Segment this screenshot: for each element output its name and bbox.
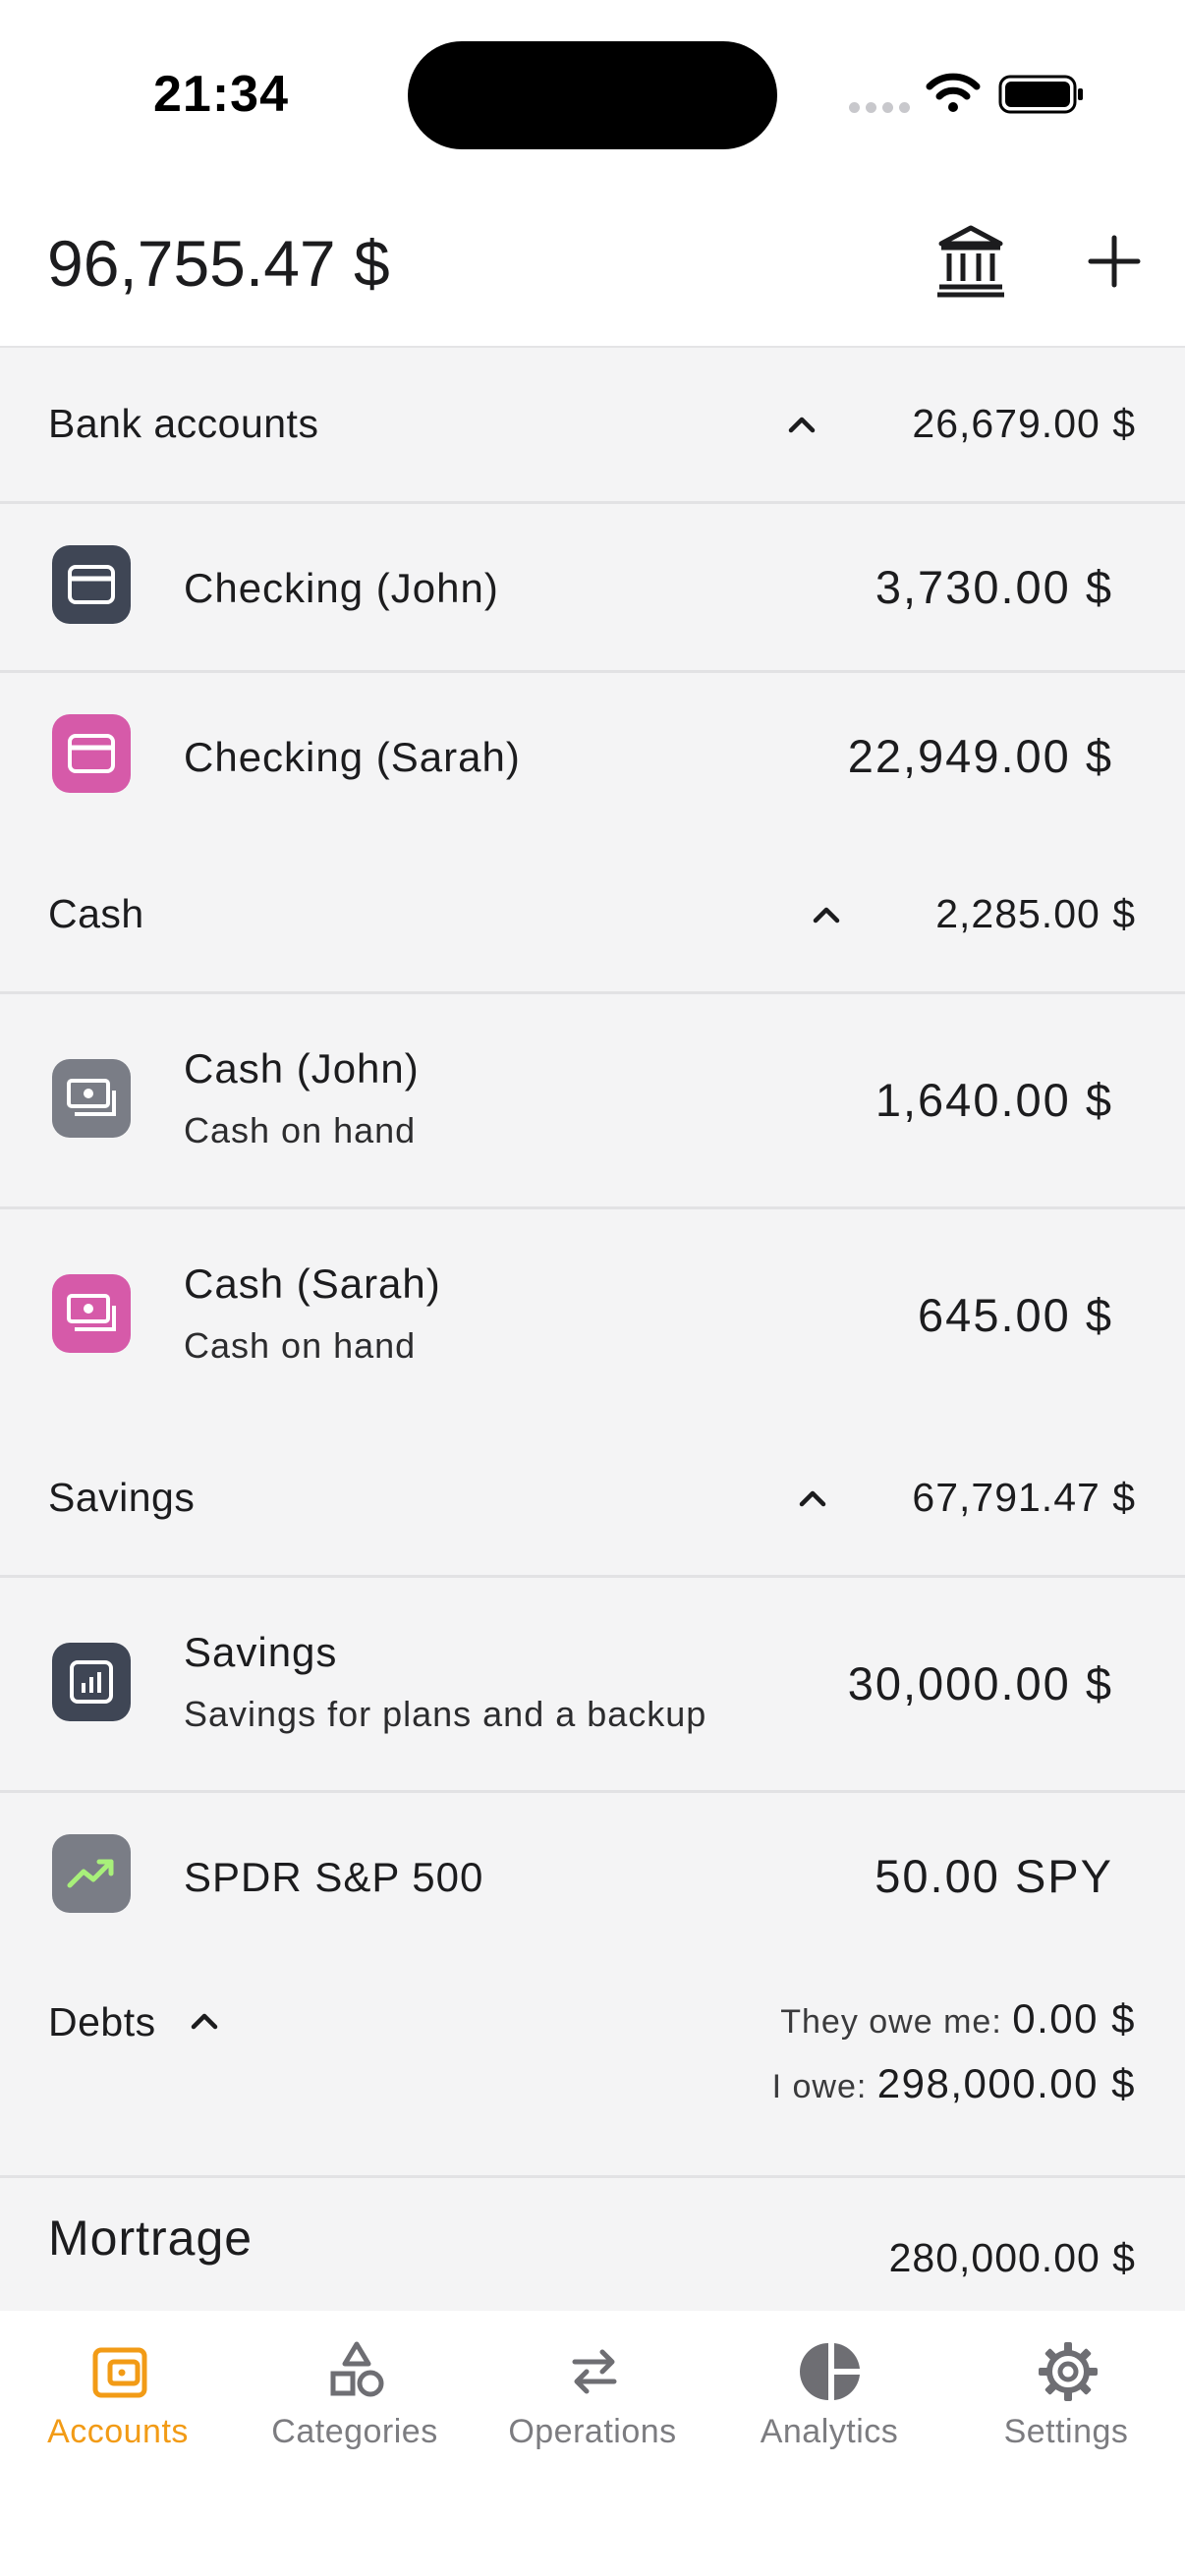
status-bar: 21:34: [0, 0, 1185, 187]
cash-icon: [52, 1059, 131, 1138]
arrows-icon: [572, 2349, 617, 2394]
i-owe-label: I owe:: [771, 2068, 868, 2105]
cellular-signal-icon: [849, 102, 910, 113]
accounts-header: 96,755.47 $: [0, 187, 1185, 348]
shapes-icon: [330, 2341, 384, 2397]
group-title: Savings: [48, 1475, 196, 1520]
add-account-button[interactable]: [1081, 228, 1148, 295]
tab-settings[interactable]: Settings: [958, 2340, 1174, 2458]
group-header-cash[interactable]: Cash 2,285.00 $: [0, 840, 1185, 991]
chevron-up-icon[interactable]: [808, 903, 845, 926]
account-name: Savings: [184, 1629, 338, 1675]
account-amount: 22,949.00 $: [847, 730, 1113, 782]
account-amount: 3,730.00 $: [875, 561, 1113, 613]
total-balance: 96,755.47 $: [47, 227, 390, 300]
they-owe-me: They owe me: 0.00 $: [780, 1995, 1136, 2043]
tab-label: Operations: [508, 2413, 677, 2450]
gear-icon: [1039, 2342, 1098, 2401]
pie-icon: [800, 2343, 860, 2400]
debt-amount: 280,000.00 $: [888, 2235, 1136, 2280]
account-row-savings[interactable]: Savings Savings for plans and a backup 3…: [0, 1578, 1185, 1790]
group-header-savings[interactable]: Savings 67,791.47 $: [0, 1422, 1185, 1575]
tab-categories[interactable]: Categories: [247, 2340, 463, 2458]
account-description: Cash on hand: [184, 1110, 417, 1150]
chevron-up-icon[interactable]: [794, 1486, 831, 1510]
wallet-icon: [92, 2347, 147, 2398]
chart-icon: [52, 1643, 131, 1721]
tab-accounts[interactable]: Accounts: [10, 2340, 226, 2458]
card-icon: [52, 545, 131, 624]
account-description: Cash on hand: [184, 1325, 417, 1366]
group-title: Debts: [48, 1999, 156, 2044]
group-title: Bank accounts: [48, 401, 319, 446]
account-description: Savings for plans and a backup: [184, 1694, 707, 1734]
account-amount: 1,640.00 $: [875, 1074, 1113, 1126]
account-name: Cash (John): [184, 1045, 420, 1092]
group-total: 26,679.00 $: [912, 401, 1136, 446]
i-owe: I owe: 298,000.00 $: [772, 2060, 1136, 2107]
group-total: 67,791.47 $: [912, 1475, 1136, 1520]
tab-label: Accounts: [47, 2413, 189, 2450]
tab-label: Settings: [1003, 2413, 1129, 2450]
account-name: SPDR S&P 500: [184, 1854, 484, 1900]
tab-operations[interactable]: Operations: [484, 2340, 701, 2458]
debt-row-mortgage[interactable]: Mortrage 280,000.00 $: [0, 2178, 1185, 2311]
account-row-checking-john[interactable]: Checking (John) 3,730.00 $: [0, 504, 1185, 671]
account-row-checking-sarah[interactable]: Checking (Sarah) 22,949.00 $: [0, 673, 1185, 840]
they-owe-me-label: They owe me:: [780, 2003, 1002, 2041]
account-name: Checking (Sarah): [184, 734, 521, 780]
tab-label: Analytics: [760, 2413, 899, 2450]
cash-icon: [52, 1274, 131, 1353]
bank-icon[interactable]: [935, 222, 1006, 301]
account-row-spdr-sp500[interactable]: SPDR S&P 500 50.00 SPY: [0, 1793, 1185, 1960]
account-name: Cash (Sarah): [184, 1260, 441, 1307]
group-header-bank-accounts[interactable]: Bank accounts 26,679.00 $: [0, 348, 1185, 501]
tab-analytics[interactable]: Analytics: [721, 2340, 937, 2458]
account-amount: 50.00 SPY: [875, 1850, 1113, 1902]
status-time: 21:34: [153, 66, 289, 123]
group-total: 2,285.00 $: [935, 891, 1136, 936]
debt-name: Mortrage: [48, 2211, 254, 2266]
battery-icon: [998, 75, 1083, 114]
wifi-icon: [926, 73, 981, 112]
account-row-cash-john[interactable]: Cash (John) Cash on hand 1,640.00 $: [0, 994, 1185, 1206]
chevron-up-icon[interactable]: [186, 2009, 223, 2033]
they-owe-me-value: 0.00 $: [1012, 1995, 1136, 2042]
account-name: Checking (John): [184, 565, 499, 611]
tab-bar: Accounts Categories Operations Analytics: [0, 2311, 1185, 2576]
i-owe-value: 298,000.00 $: [876, 2060, 1136, 2106]
dynamic-island: [408, 41, 777, 149]
tab-label: Categories: [271, 2413, 438, 2450]
account-row-cash-sarah[interactable]: Cash (Sarah) Cash on hand 645.00 $: [0, 1209, 1185, 1422]
accounts-list[interactable]: Bank accounts 26,679.00 $ Checking (John…: [0, 348, 1185, 2311]
account-amount: 30,000.00 $: [847, 1657, 1113, 1709]
account-amount: 645.00 $: [918, 1289, 1113, 1341]
group-title: Cash: [48, 891, 144, 936]
trend-icon: [52, 1834, 131, 1913]
card-icon: [52, 714, 131, 793]
chevron-up-icon[interactable]: [783, 413, 820, 436]
